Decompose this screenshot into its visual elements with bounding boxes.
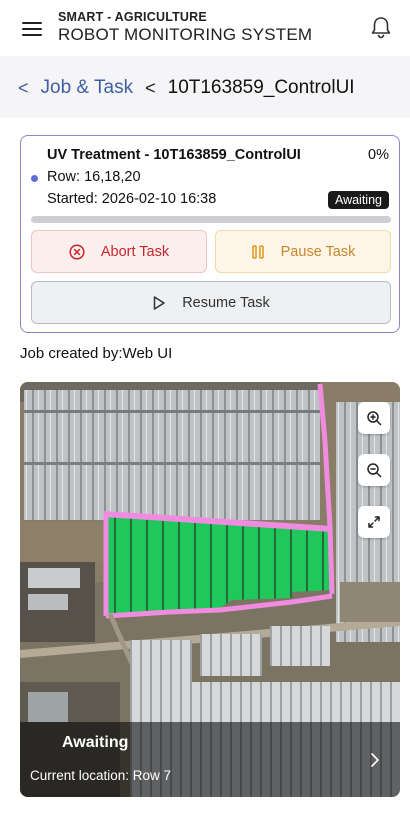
robot-status-panel[interactable]: Awaiting Current location: Row 7 — [20, 722, 400, 797]
hamburger-line — [22, 34, 42, 36]
notifications-button[interactable] — [368, 14, 394, 40]
zoom-out-button[interactable] — [358, 454, 390, 486]
task-rows: Row: 16,18,20 — [47, 169, 141, 185]
bell-icon — [371, 17, 391, 39]
app-title-line2: ROBOT MONITORING SYSTEM — [58, 24, 313, 44]
breadcrumb: < Job & Task < 10T163859_ControlUI — [18, 75, 355, 101]
hamburger-line — [22, 28, 42, 30]
abort-task-label: Abort Task — [100, 243, 170, 260]
zoom-in-icon — [367, 411, 382, 426]
zoom-out-icon — [367, 463, 382, 478]
app-header: SMART - AGRICULTURE ROBOT MONITORING SYS… — [0, 0, 410, 56]
job-created-by: Job created by:Web UI — [20, 345, 173, 362]
satellite-map[interactable]: Awaiting Current location: Row 7 — [20, 382, 400, 797]
task-title: UV Treatment - 10T163859_ControlUI — [47, 147, 301, 163]
robot-current-location: Current location: Row 7 — [30, 768, 172, 783]
expand-icon — [368, 516, 380, 528]
pause-task-label: Pause Task — [280, 243, 356, 260]
zoom-in-button[interactable] — [358, 402, 390, 434]
chevron-right-icon — [371, 753, 379, 767]
task-progress-percent: 0% — [368, 147, 389, 163]
task-started-time: Started: 2026-02-10 16:38 — [47, 191, 217, 207]
fullscreen-button[interactable] — [358, 506, 390, 538]
status-dot-icon — [31, 175, 38, 182]
breadcrumb-current: 10T163859_ControlUI — [167, 77, 355, 98]
pause-icon — [251, 244, 264, 259]
task-progress-bar — [31, 216, 391, 223]
play-icon — [153, 295, 165, 310]
pause-task-button[interactable]: Pause Task — [215, 230, 391, 273]
task-card: UV Treatment - 10T163859_ControlUI 0% Ro… — [20, 135, 400, 333]
abort-task-button[interactable]: Abort Task — [31, 230, 207, 273]
breadcrumb-parent-link[interactable]: Job & Task — [41, 77, 134, 99]
status-badge: Awaiting — [327, 191, 389, 209]
resume-task-label: Resume Task — [182, 294, 270, 311]
app-title-line1: SMART - AGRICULTURE — [58, 10, 207, 24]
menu-button[interactable] — [22, 22, 44, 38]
breadcrumb-separator-icon: < — [145, 77, 156, 98]
app-title: SMART - AGRICULTURE ROBOT MONITORING SYS… — [58, 11, 312, 43]
robot-status-title: Awaiting — [62, 734, 129, 751]
cancel-circle-icon — [69, 243, 85, 260]
back-chevron-icon[interactable]: < — [18, 78, 29, 99]
hamburger-menu-icon — [22, 22, 42, 24]
resume-task-button[interactable]: Resume Task — [31, 281, 391, 324]
